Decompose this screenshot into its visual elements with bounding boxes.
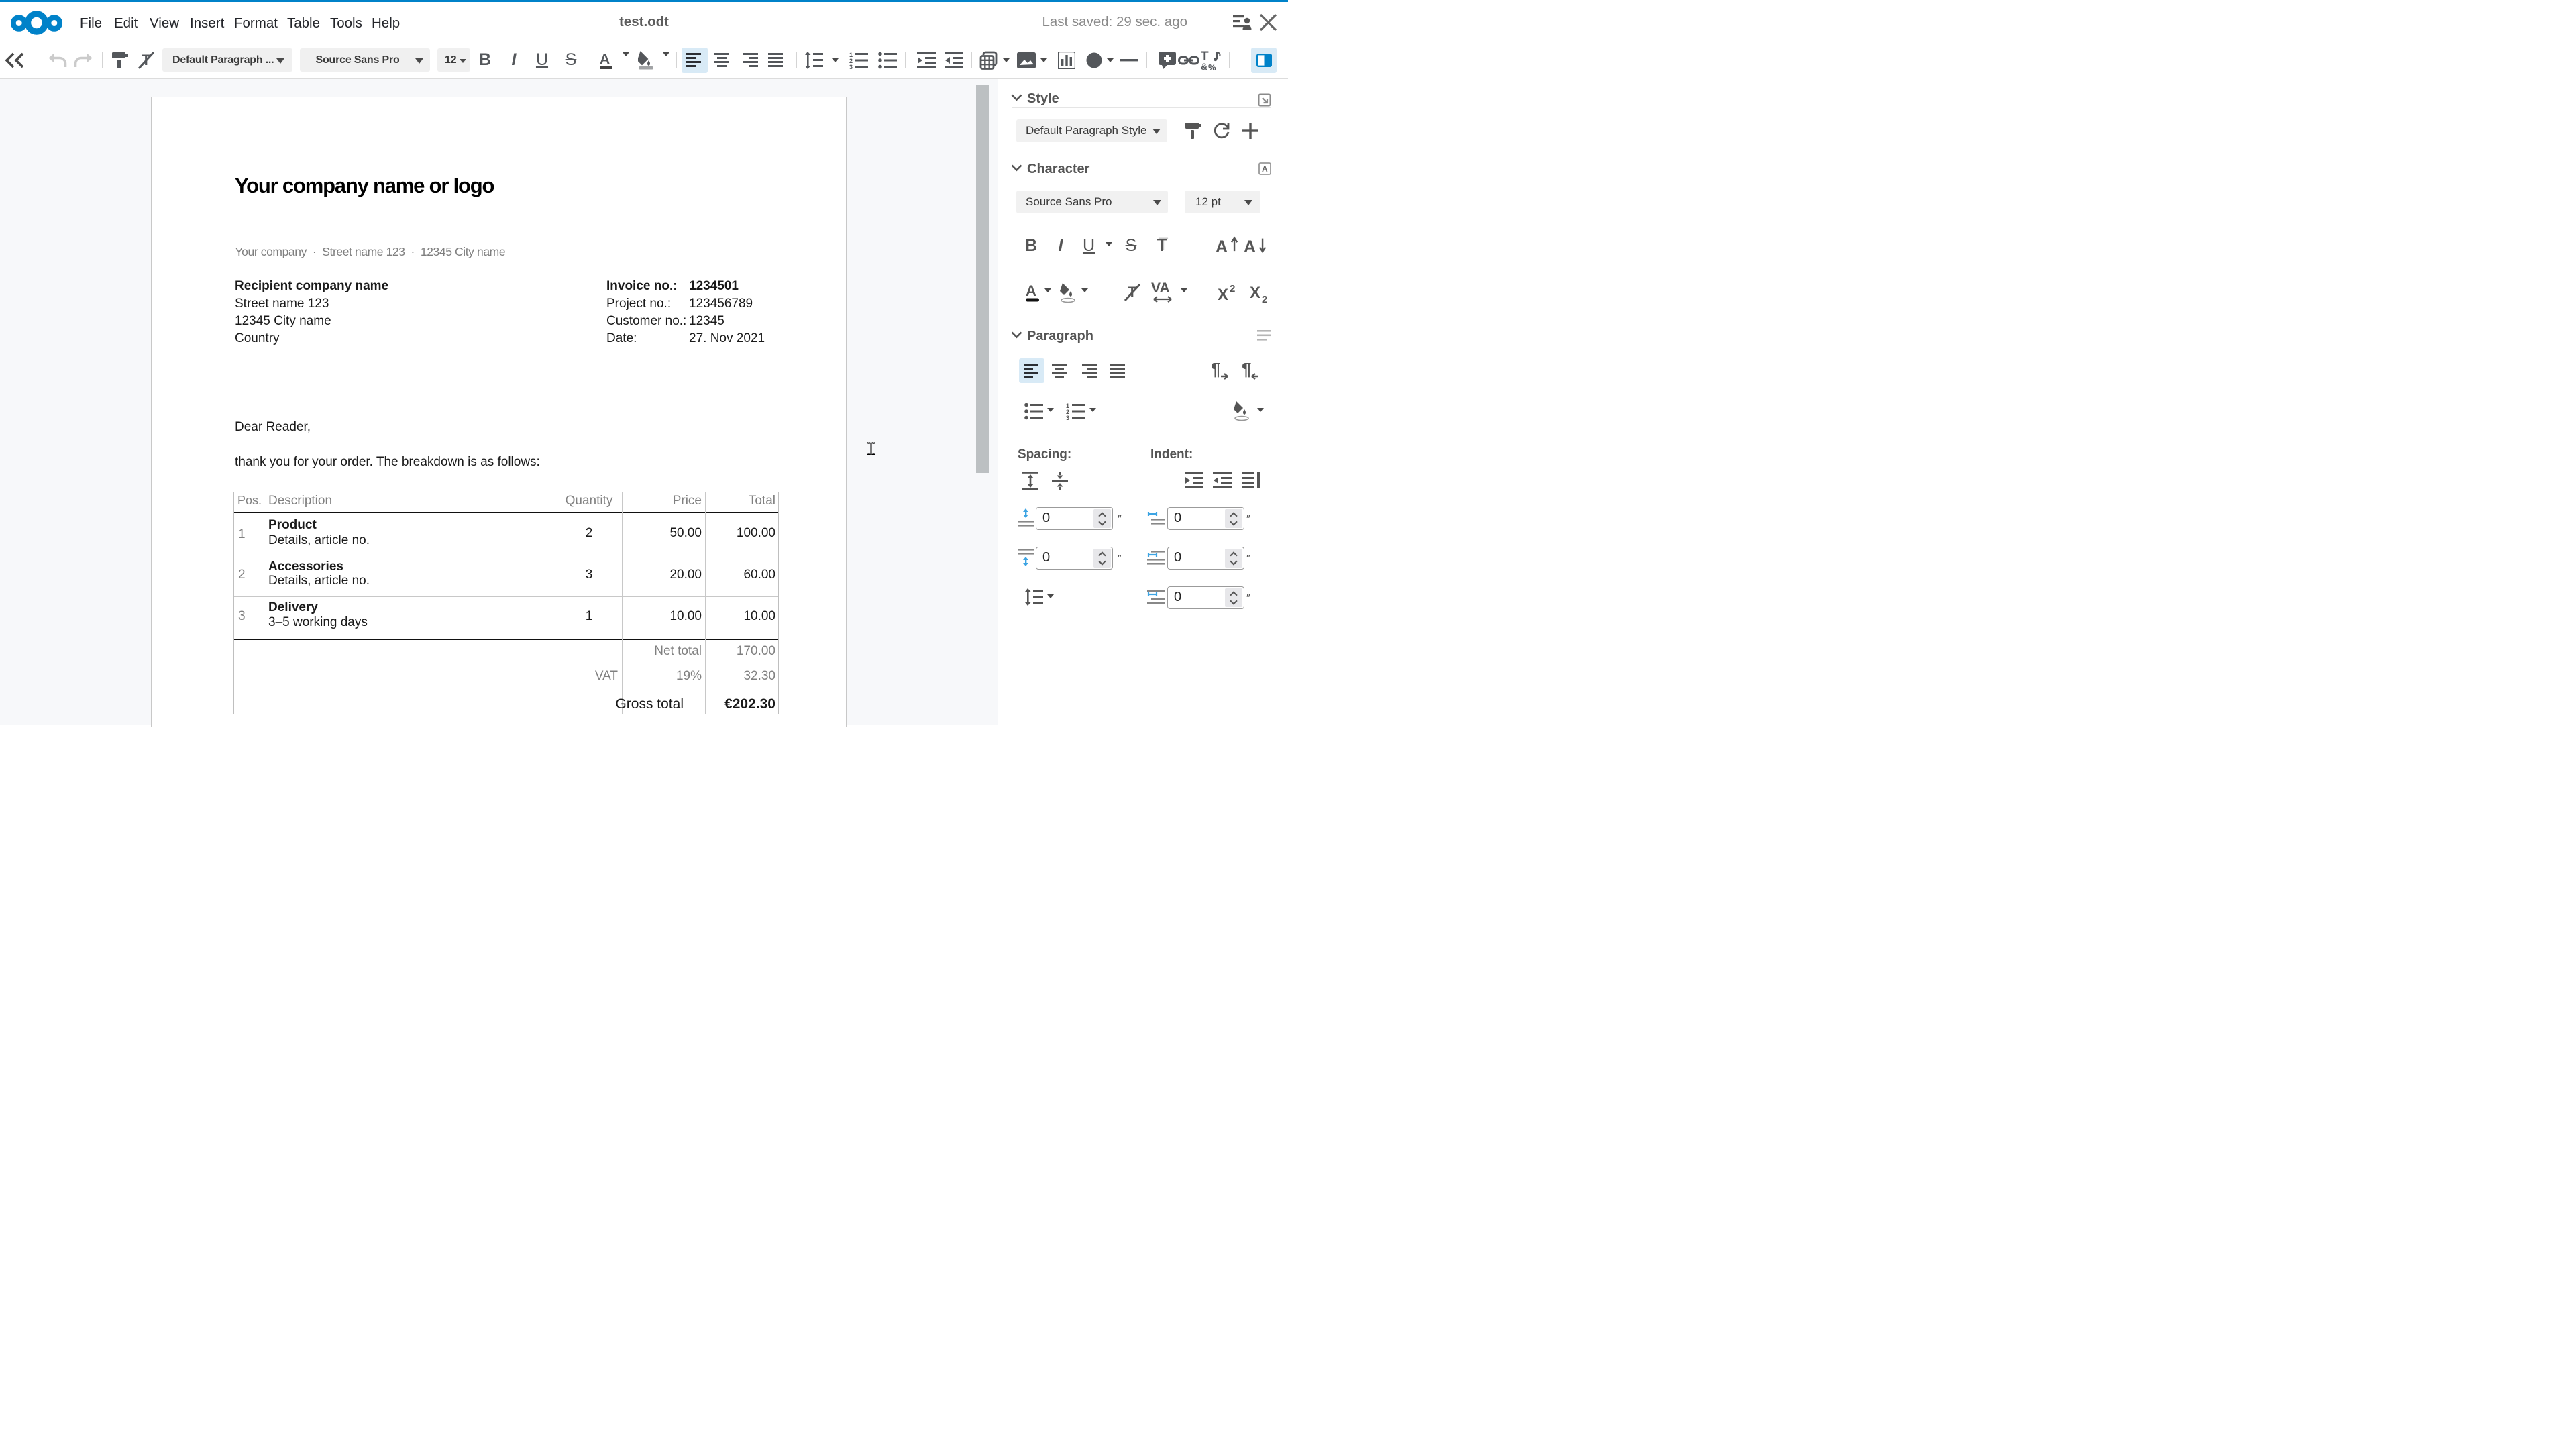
svg-text:A: A bbox=[1216, 237, 1228, 255]
svg-text:¶: ¶ bbox=[1242, 360, 1251, 379]
svg-text:A: A bbox=[1026, 282, 1036, 299]
svg-text:%: % bbox=[1208, 62, 1216, 70]
svg-text:X: X bbox=[1250, 284, 1260, 302]
svg-text:¶: ¶ bbox=[1211, 360, 1220, 379]
svg-text:2: 2 bbox=[1230, 283, 1235, 294]
svg-text:VA: VA bbox=[1151, 280, 1170, 296]
svg-text:3: 3 bbox=[1066, 415, 1069, 421]
svg-text:A: A bbox=[600, 52, 610, 67]
svg-text:X: X bbox=[1218, 286, 1228, 303]
svg-text:3: 3 bbox=[849, 64, 853, 70]
svg-text:2: 2 bbox=[1262, 294, 1267, 303]
svg-text:A: A bbox=[1244, 237, 1256, 255]
svg-text:&: & bbox=[1201, 61, 1208, 70]
svg-text:A: A bbox=[1262, 164, 1268, 174]
